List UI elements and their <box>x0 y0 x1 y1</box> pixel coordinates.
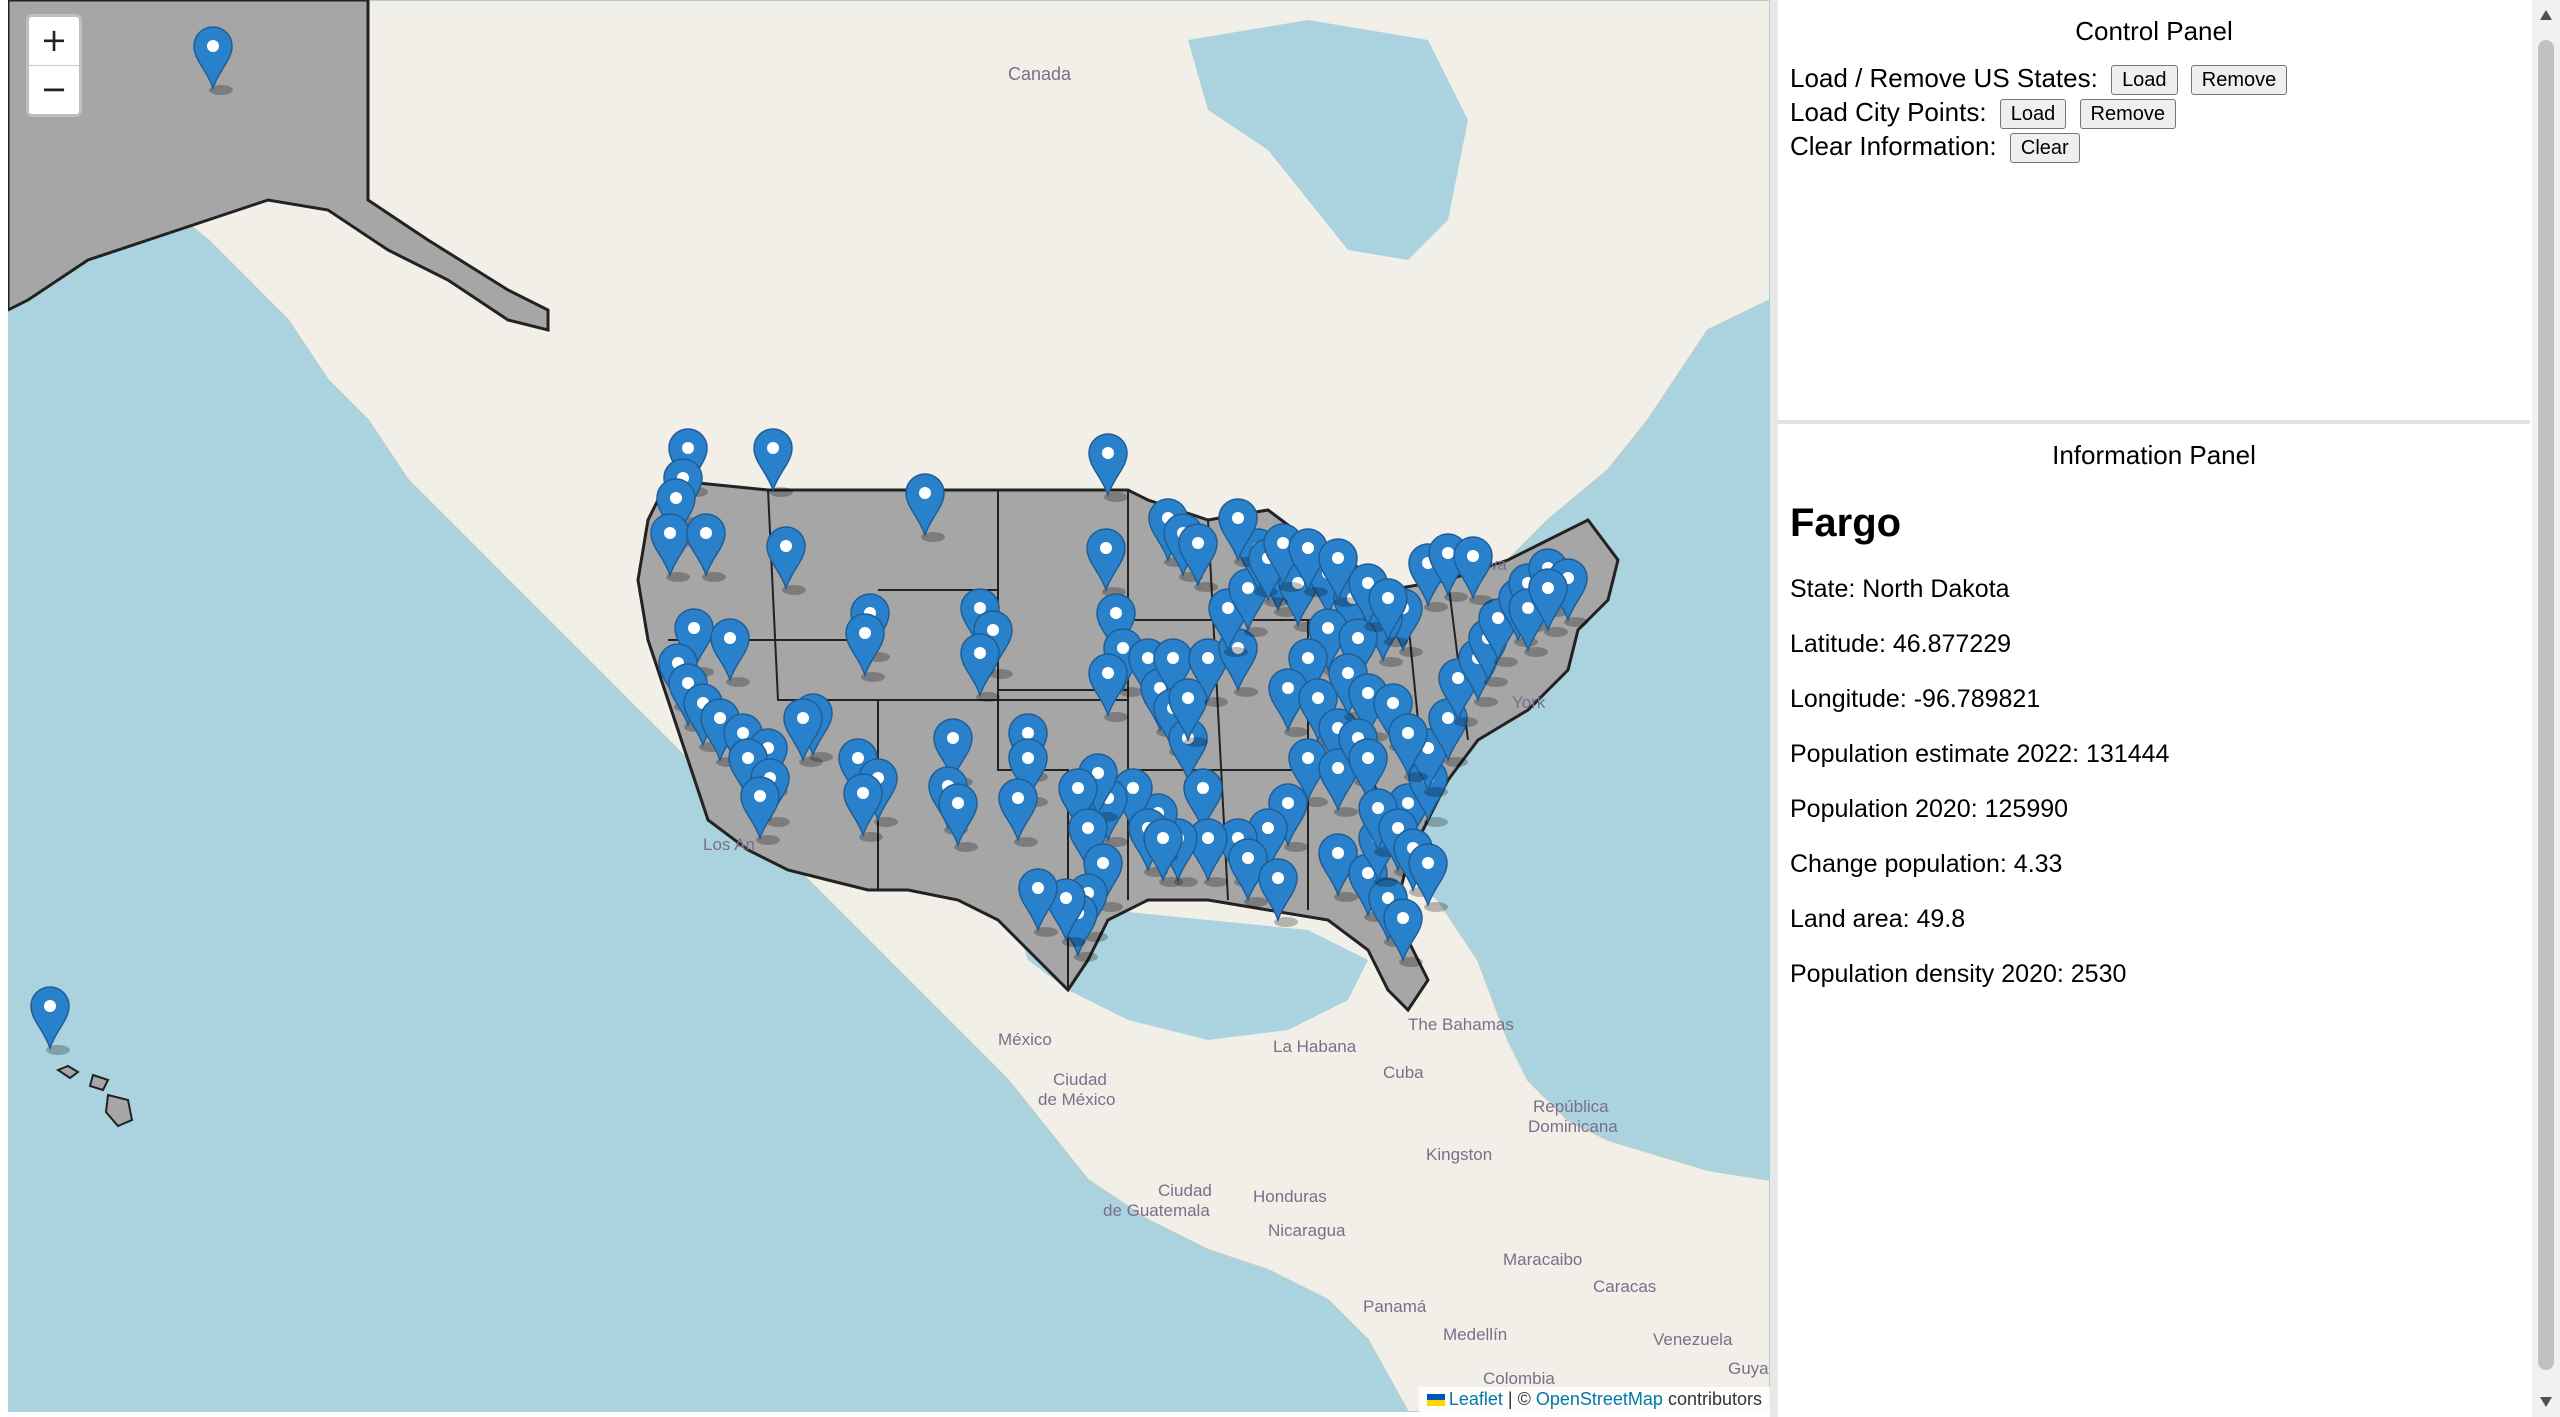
attribution-separator: | © <box>1507 1389 1531 1409</box>
label-ciudad-de-mexico-2: de México <box>1038 1090 1115 1109</box>
label-cuba: Cuba <box>1383 1063 1424 1082</box>
label-colombia: Colombia <box>1483 1369 1555 1388</box>
label-guyana: Guya <box>1728 1359 1769 1378</box>
load-states-button[interactable]: Load <box>2111 65 2178 96</box>
cities-control-label: Load City Points: <box>1790 97 1987 127</box>
info-change-population: Change population: 4.33 <box>1790 850 2063 878</box>
label-mexico: México <box>998 1030 1052 1049</box>
label-ciudad-guatemala-1: Ciudad <box>1158 1181 1212 1200</box>
label-new-york: York <box>1512 693 1546 712</box>
label-nicaragua: Nicaragua <box>1268 1221 1346 1240</box>
city-marker-icon[interactable] <box>30 986 70 1055</box>
control-panel-title: Control Panel <box>2075 16 2233 46</box>
openstreetmap-link[interactable]: OpenStreetMap <box>1536 1389 1663 1409</box>
remove-states-button[interactable]: Remove <box>2190 65 2288 96</box>
zoom-in-button[interactable]: + <box>29 17 79 65</box>
label-republica: República <box>1533 1097 1609 1116</box>
control-rows: Load / Remove US States: Load Remove Loa… <box>1790 61 2530 164</box>
scroll-down-arrow-icon[interactable] <box>2540 1397 2552 1407</box>
map-attribution: Leaflet | © OpenStreetMap contributors <box>1418 1387 1770 1412</box>
label-ciudad-de-mexico-1: Ciudad <box>1053 1070 1107 1089</box>
label-caracas: Caracas <box>1593 1277 1656 1296</box>
label-la-habana: La Habana <box>1273 1037 1357 1056</box>
label-maracaibo: Maracaibo <box>1503 1250 1582 1269</box>
info-latitude: Latitude: 46.877229 <box>1790 630 2012 658</box>
information-panel: Information Panel Fargo State: North Dak… <box>1778 424 2530 1417</box>
leaflet-map[interactable]: Canada Ottawa Tor York Los An México Ciu… <box>8 0 1770 1412</box>
label-ciudad-guatemala-2: de Guatemala <box>1103 1201 1210 1220</box>
label-honduras: Honduras <box>1253 1187 1327 1206</box>
control-panel: Control Panel Load / Remove US States: L… <box>1778 0 2530 424</box>
label-kingston: Kingston <box>1426 1145 1492 1164</box>
city-name-heading: Fargo <box>1790 501 1902 545</box>
leaflet-link[interactable]: Leaflet <box>1449 1389 1503 1409</box>
label-canada: Canada <box>1008 64 1072 84</box>
info-population-density: Population density 2020: 2530 <box>1790 960 2127 988</box>
info-population-estimate: Population estimate 2022: 131444 <box>1790 740 2170 768</box>
info-land-area: Land area: 49.8 <box>1790 905 1966 933</box>
info-population-2020: Population 2020: 125990 <box>1790 795 2069 823</box>
label-medellin: Medellín <box>1443 1325 1507 1344</box>
cities-control-row: Load City Points: Load Remove <box>1790 95 2530 130</box>
label-panama: Panamá <box>1363 1297 1427 1316</box>
load-cities-button[interactable]: Load <box>1999 99 2067 130</box>
side-panels: Control Panel Load / Remove US States: L… <box>1778 0 2530 1417</box>
ukraine-flag-icon <box>1426 1394 1445 1406</box>
info-longitude: Longitude: -96.789821 <box>1790 685 2041 713</box>
clear-info-button[interactable]: Clear <box>2009 133 2080 164</box>
page-scrollbar[interactable] <box>2532 0 2560 1417</box>
remove-cities-button[interactable]: Remove <box>2079 99 2177 130</box>
scroll-up-arrow-icon[interactable] <box>2540 10 2552 20</box>
zoom-control: + − <box>26 14 82 117</box>
states-control-row: Load / Remove US States: Load Remove <box>1790 61 2530 96</box>
app-root: Canada Ottawa Tor York Los An México Ciu… <box>0 0 2560 1417</box>
city-info-list: State: North Dakota Latitude: 46.877229 … <box>1778 562 2530 1002</box>
information-panel-title: Information Panel <box>2052 440 2256 470</box>
panel-divider <box>1770 0 1778 1417</box>
label-dominicana: Dominicana <box>1528 1117 1618 1136</box>
clear-control-row: Clear Information: Clear <box>1790 129 2530 164</box>
label-venezuela: Venezuela <box>1653 1330 1733 1349</box>
state-hawaii <box>55 1064 134 1128</box>
clear-control-label: Clear Information: <box>1790 131 1997 161</box>
scrollbar-thumb[interactable] <box>2538 40 2554 1370</box>
info-state: State: North Dakota <box>1790 575 2010 603</box>
zoom-out-button[interactable]: − <box>29 65 79 114</box>
attribution-suffix: contributors <box>1667 1389 1762 1409</box>
map-canvas[interactable]: Canada Ottawa Tor York Los An México Ciu… <box>8 0 1770 1412</box>
states-control-label: Load / Remove US States: <box>1790 63 2098 93</box>
label-los-angeles: Los An <box>703 835 755 854</box>
label-bahamas: The Bahamas <box>1408 1015 1514 1034</box>
